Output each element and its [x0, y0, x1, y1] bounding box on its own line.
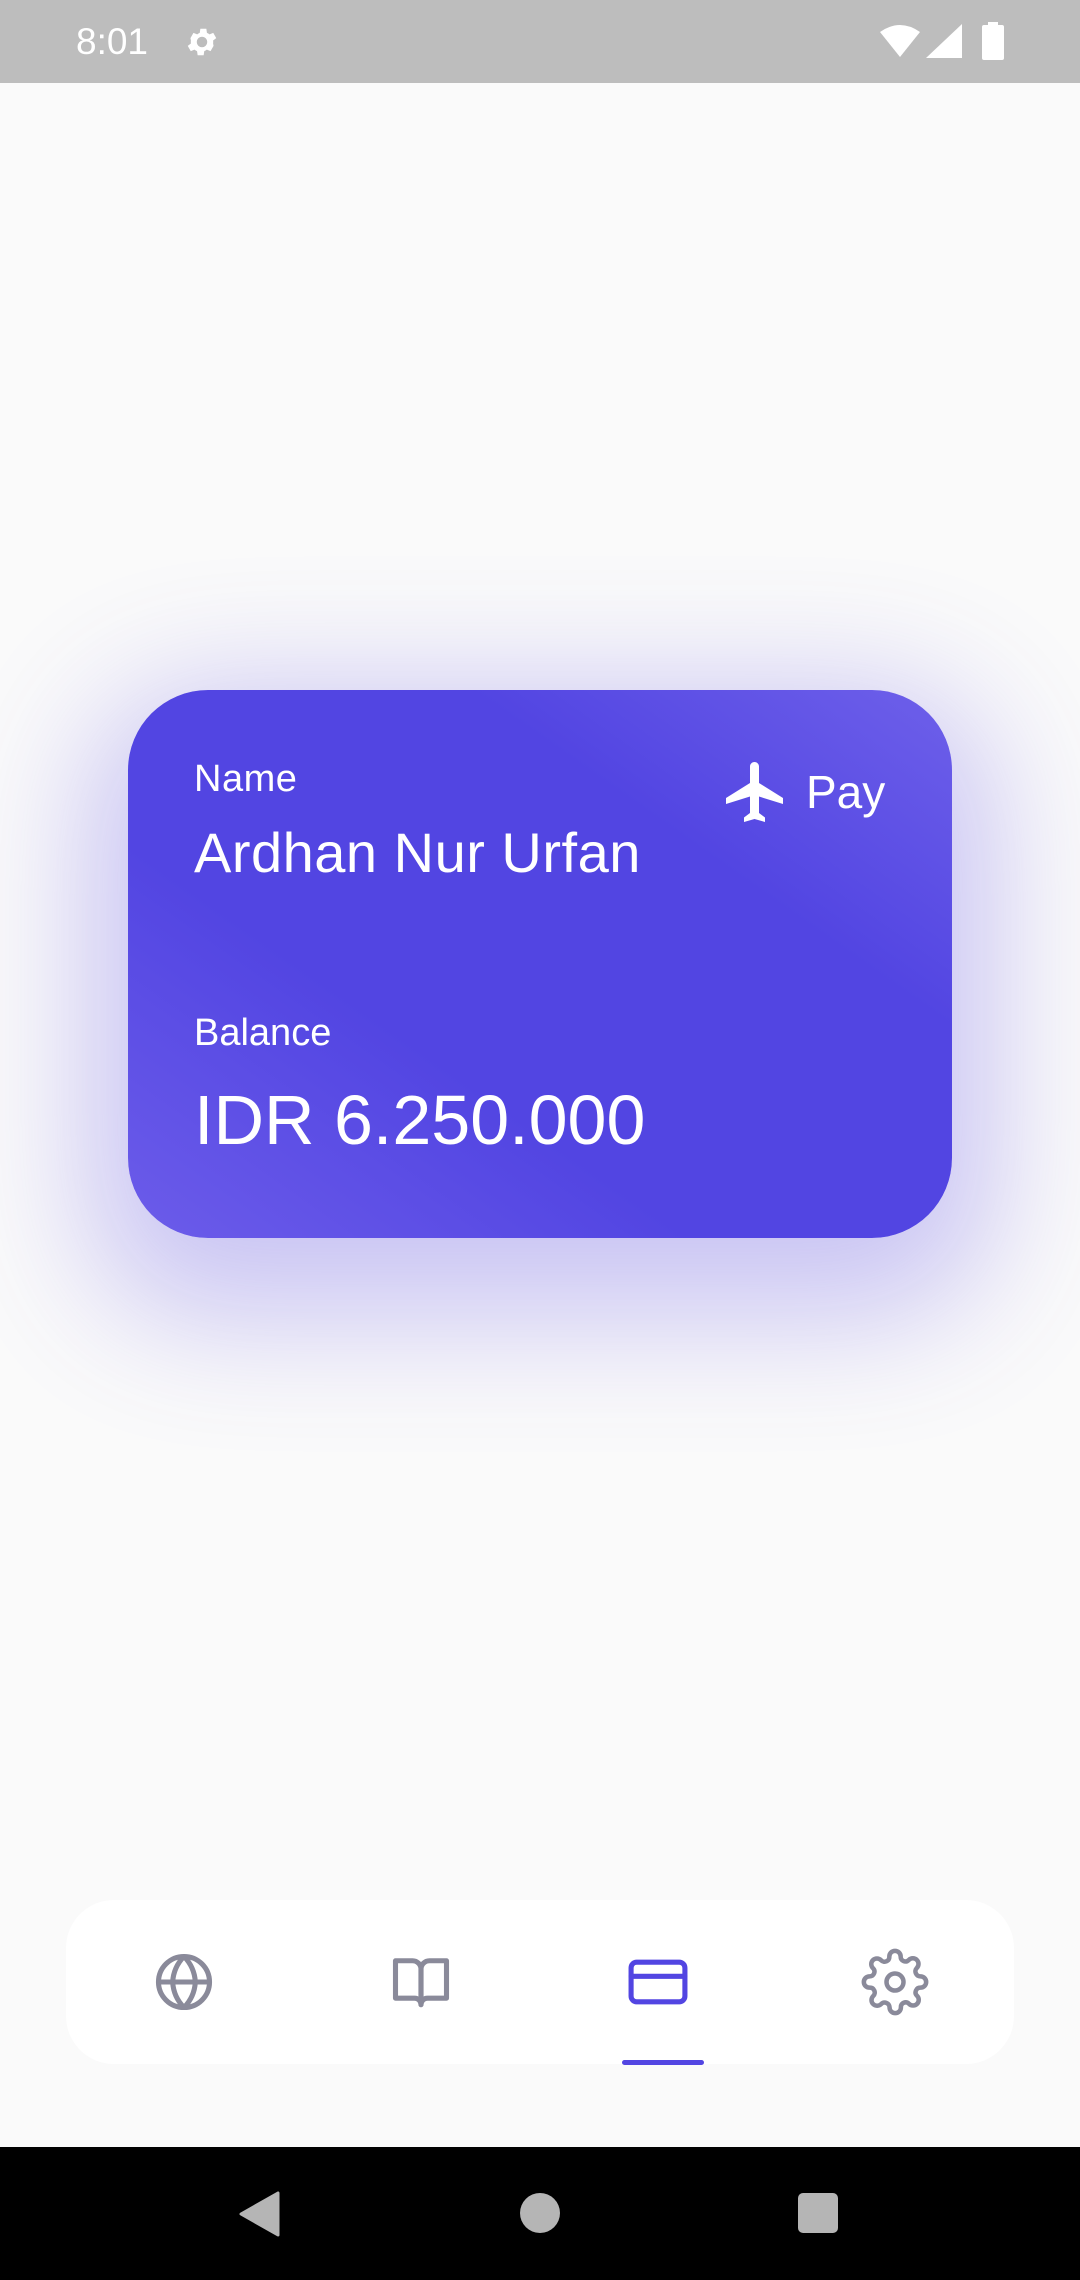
globe-icon — [155, 1953, 213, 2011]
system-navigation-bar — [0, 2147, 1080, 2280]
battery-icon — [982, 22, 1004, 60]
card-holder-name: Ardhan Nur Urfan — [194, 821, 641, 884]
recents-icon[interactable] — [798, 2193, 838, 2233]
gear-icon — [861, 1948, 929, 2016]
name-label: Name — [194, 758, 298, 800]
signal-icon — [926, 24, 962, 58]
back-icon[interactable] — [238, 2191, 280, 2237]
home-icon[interactable] — [520, 2193, 560, 2233]
nav-item-explore[interactable] — [66, 1900, 303, 2064]
active-tab-indicator — [622, 2060, 704, 2065]
balance-value: IDR 6.250.000 — [194, 1081, 646, 1159]
card-brand: Pay — [720, 752, 885, 832]
status-bar: 8:01 — [0, 0, 1080, 83]
credit-card-icon — [628, 1959, 688, 2005]
nav-item-settings[interactable] — [777, 1900, 1014, 2064]
book-icon — [392, 1958, 450, 2008]
airplane-icon — [726, 762, 783, 822]
gear-icon — [187, 28, 217, 56]
nav-item-card[interactable] — [540, 1900, 777, 2065]
nav-item-book[interactable] — [303, 1900, 540, 2064]
status-time: 8:01 — [76, 21, 149, 62]
bottom-navigation — [66, 1900, 1014, 2065]
balance-label: Balance — [194, 1012, 332, 1054]
balance-card[interactable]: Name Ardhan Nur Urfan Pay Balance IDR 6.… — [128, 690, 952, 1238]
brand-label: Pay — [806, 766, 886, 818]
wifi-icon — [880, 25, 920, 57]
